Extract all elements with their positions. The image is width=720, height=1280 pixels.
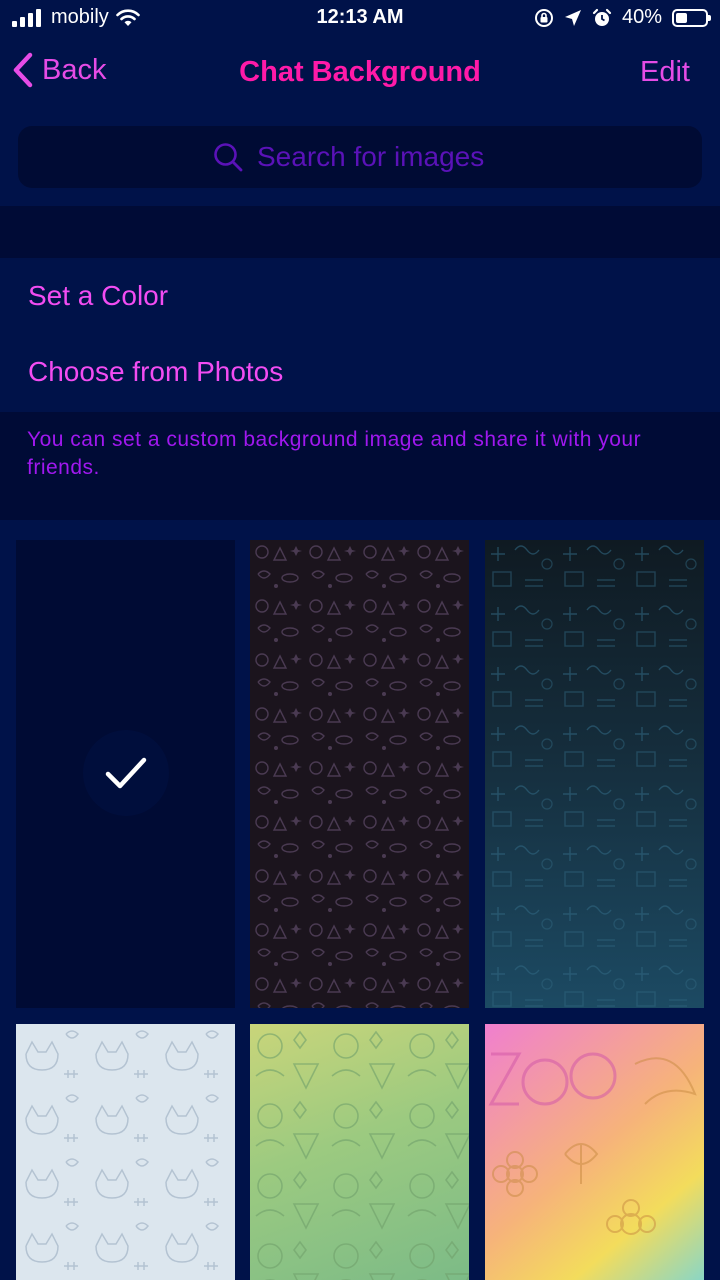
search-icon [214, 143, 243, 172]
search-bar[interactable] [18, 126, 702, 188]
zoo-pattern-image [488, 1052, 697, 1235]
orientation-lock-icon [534, 8, 553, 27]
wallpaper-tile-dark-doodles[interactable] [250, 540, 469, 1008]
alarm-icon [592, 8, 612, 26]
back-label: Back [42, 53, 107, 86]
edit-button[interactable]: Edit [640, 56, 690, 89]
set-color-option[interactable]: Set a Color [28, 280, 168, 312]
page-title: Chat Background [239, 56, 481, 88]
status-bar: mobily 12:13 AM 40% [0, 0, 720, 36]
options-list: Set a Color Choose from Photos [0, 258, 720, 412]
selected-indicator [83, 730, 169, 816]
wallpaper-tile-light-cats[interactable] [16, 1024, 235, 1280]
wallpaper-tile-solid-navy[interactable] [16, 540, 235, 1008]
location-icon [564, 9, 581, 26]
search-input[interactable] [257, 141, 507, 173]
cats-pattern-image [16, 1024, 235, 1280]
wallpaper-grid [0, 520, 720, 1280]
back-button[interactable]: Back [12, 52, 106, 88]
status-right: 40% [534, 6, 711, 29]
math-pattern-image [485, 540, 704, 1008]
section-separator [0, 206, 720, 258]
wallpaper-tile-green-doodles[interactable] [250, 1024, 469, 1280]
wallpaper-tile-math-formulas[interactable] [485, 540, 704, 1008]
checkmark-icon [105, 757, 147, 789]
battery-icon [672, 8, 711, 27]
doodle-pattern-image [250, 540, 469, 1008]
battery-fill [676, 12, 688, 23]
battery-percent: 40% [621, 6, 662, 28]
wallpaper-tile-zoo-gradient[interactable] [485, 1024, 704, 1280]
chevron-left-icon [13, 52, 33, 88]
choose-from-photos-option[interactable]: Choose from Photos [28, 356, 283, 388]
navigation-bar: Back Chat Background Edit [0, 36, 720, 112]
green-pattern-image [250, 1024, 469, 1280]
section-footer-note: You can set a custom background image an… [0, 412, 720, 520]
